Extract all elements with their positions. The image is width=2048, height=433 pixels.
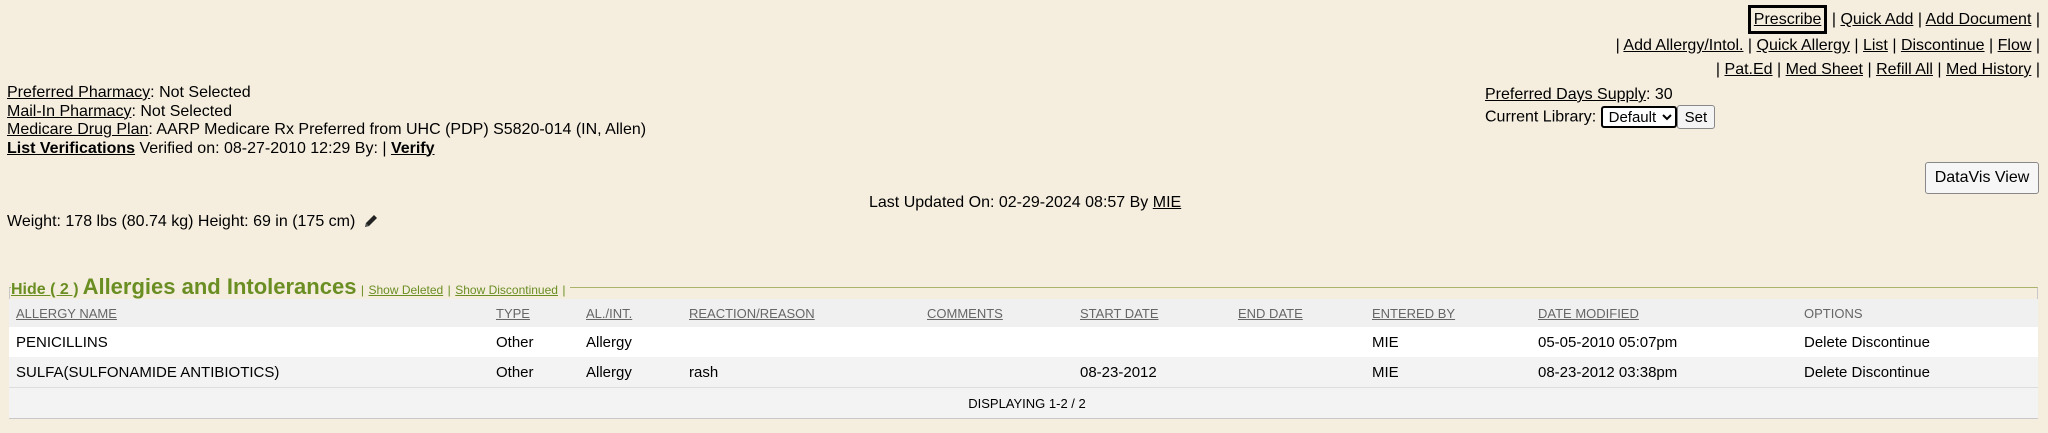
discontinue-row-link[interactable]: Discontinue xyxy=(1852,364,1930,381)
table-row: PENICILLINS Other Allergy MIE 05-05-2010… xyxy=(9,327,2038,357)
cell-end-date xyxy=(1231,327,1365,357)
library-select[interactable]: Default xyxy=(1600,105,1677,128)
cell-options: Delete Discontinue xyxy=(1797,357,2038,388)
mail-in-pharmacy-link[interactable]: Mail-In Pharmacy xyxy=(7,103,131,120)
cell-options: Delete Discontinue xyxy=(1797,327,2038,357)
vitals-text: Weight: 178 lbs (80.74 kg) Height: 69 in… xyxy=(7,213,356,230)
cell-comments xyxy=(920,327,1073,357)
verification-text: Verified on: 08-27-2010 12:29 By: | xyxy=(135,139,391,157)
quick-allergy-link[interactable]: Quick Allergy xyxy=(1757,37,1850,54)
col-date-modified[interactable]: DATE MODIFIED xyxy=(1538,306,1639,321)
hide-allergies-link[interactable]: Hide ( 2 ) xyxy=(11,281,79,298)
datavis-view-button[interactable]: DataVis View xyxy=(1925,162,2039,194)
pharmacy-info: Preferred Pharmacy: Not Selected Mail-In… xyxy=(7,84,646,158)
col-reaction[interactable]: REACTION/REASON xyxy=(689,306,815,321)
allergies-legend: Hide ( 2 ) Allergies and Intolerances | S… xyxy=(11,274,570,300)
toolbar-row-2: | Add Allergy/Intol. | Quick Allergy | L… xyxy=(1615,37,2040,54)
set-button[interactable]: Set xyxy=(1676,105,1716,129)
show-deleted-link[interactable]: Show Deleted xyxy=(368,283,443,297)
col-end-date[interactable]: END DATE xyxy=(1238,306,1303,321)
cell-al-int: Allergy xyxy=(579,357,682,388)
prescribe-link[interactable]: Prescribe xyxy=(1754,11,1822,28)
col-allergy-name[interactable]: ALLERGY NAME xyxy=(16,306,117,321)
col-al-int[interactable]: AL./INT. xyxy=(586,306,632,321)
show-discontinued-link[interactable]: Show Discontinued xyxy=(455,283,558,297)
prescribe-link-box: Prescribe xyxy=(1747,5,1828,34)
col-type[interactable]: TYPE xyxy=(496,306,530,321)
preferred-pharmacy-value: : Not Selected xyxy=(150,84,251,101)
medicare-drug-plan-value: : AARP Medicare Rx Preferred from UHC (P… xyxy=(148,121,647,138)
allergies-table: ALLERGY NAME TYPE AL./INT. REACTION/REAS… xyxy=(9,299,2038,418)
quick-add-link[interactable]: Quick Add xyxy=(1840,11,1913,28)
cell-type: Other xyxy=(489,357,579,388)
table-header: ALLERGY NAME TYPE AL./INT. REACTION/REAS… xyxy=(9,299,2038,327)
updated-by-link[interactable]: MIE xyxy=(1153,194,1181,211)
last-updated-text: Last Updated On: 02-29-2024 08:57 By xyxy=(869,194,1153,211)
mail-in-pharmacy-value: : Not Selected xyxy=(131,102,232,120)
col-entered-by[interactable]: ENTERED BY xyxy=(1372,306,1455,321)
col-start-date[interactable]: START DATE xyxy=(1080,306,1159,321)
discontinue-link[interactable]: Discontinue xyxy=(1901,37,1985,54)
col-options: OPTIONS xyxy=(1804,305,1863,321)
cell-reaction xyxy=(682,327,920,357)
flow-link[interactable]: Flow xyxy=(1998,37,2032,54)
add-allergy-link[interactable]: Add Allergy/Intol. xyxy=(1623,37,1743,54)
cell-al-int: Allergy xyxy=(579,327,682,357)
delete-link[interactable]: Delete xyxy=(1804,364,1847,381)
allergies-title: Allergies and Intolerances xyxy=(82,274,357,299)
cell-date-modified: 05-05-2010 05:07pm xyxy=(1531,327,1797,357)
cell-end-date xyxy=(1231,357,1365,388)
cell-date-modified: 08-23-2012 03:38pm xyxy=(1531,357,1797,388)
list-verifications-link[interactable]: List Verifications xyxy=(7,140,135,157)
table-row: SULFA(SULFONAMIDE ANTIBIOTICS) Other All… xyxy=(9,357,2038,388)
cell-start-date xyxy=(1073,327,1231,357)
col-comments[interactable]: COMMENTS xyxy=(927,306,1003,321)
days-supply-value: : 30 xyxy=(1645,86,1673,103)
discontinue-row-link[interactable]: Discontinue xyxy=(1852,334,1930,351)
add-document-link[interactable]: Add Document xyxy=(1926,11,2032,28)
displaying-count: DISPLAYING 1-2 / 2 xyxy=(9,387,2038,418)
cell-start-date: 08-23-2012 xyxy=(1073,357,1231,388)
toolbar-row-3: | Pat.Ed | Med Sheet | Refill All | Med … xyxy=(1715,61,2040,78)
pencil-icon[interactable] xyxy=(364,214,378,233)
delete-link[interactable]: Delete xyxy=(1804,334,1847,351)
verify-link[interactable]: Verify xyxy=(391,140,435,157)
toolbar-row-1: Prescribe | Quick Add | Add Document | xyxy=(1747,5,2040,34)
cell-reaction: rash xyxy=(682,357,920,388)
cell-allergy-name: SULFA(SULFONAMIDE ANTIBIOTICS) xyxy=(9,357,489,388)
preferred-pharmacy-link[interactable]: Preferred Pharmacy xyxy=(7,84,150,101)
prescription-settings: Preferred Days Supply: 30 Current Librar… xyxy=(1485,84,1716,129)
table-footer: DISPLAYING 1-2 / 2 xyxy=(9,387,2038,418)
med-sheet-link[interactable]: Med Sheet xyxy=(1786,61,1863,78)
cell-comments xyxy=(920,357,1073,388)
vitals: Weight: 178 lbs (80.74 kg) Height: 69 in… xyxy=(7,213,378,233)
med-history-link[interactable]: Med History xyxy=(1946,61,2031,78)
refill-all-link[interactable]: Refill All xyxy=(1876,61,1933,78)
list-link[interactable]: List xyxy=(1863,37,1888,54)
preferred-days-supply-link[interactable]: Preferred Days Supply xyxy=(1485,86,1646,103)
current-library-label: Current Library: xyxy=(1485,108,1597,126)
last-updated: Last Updated On: 02-29-2024 08:57 By MIE xyxy=(869,194,1181,212)
cell-entered-by: MIE xyxy=(1365,327,1531,357)
cell-type: Other xyxy=(489,327,579,357)
medicare-drug-plan-link[interactable]: Medicare Drug Plan xyxy=(7,121,148,138)
pat-ed-link[interactable]: Pat.Ed xyxy=(1725,61,1773,78)
cell-allergy-name: PENICILLINS xyxy=(9,327,489,357)
cell-entered-by: MIE xyxy=(1365,357,1531,388)
